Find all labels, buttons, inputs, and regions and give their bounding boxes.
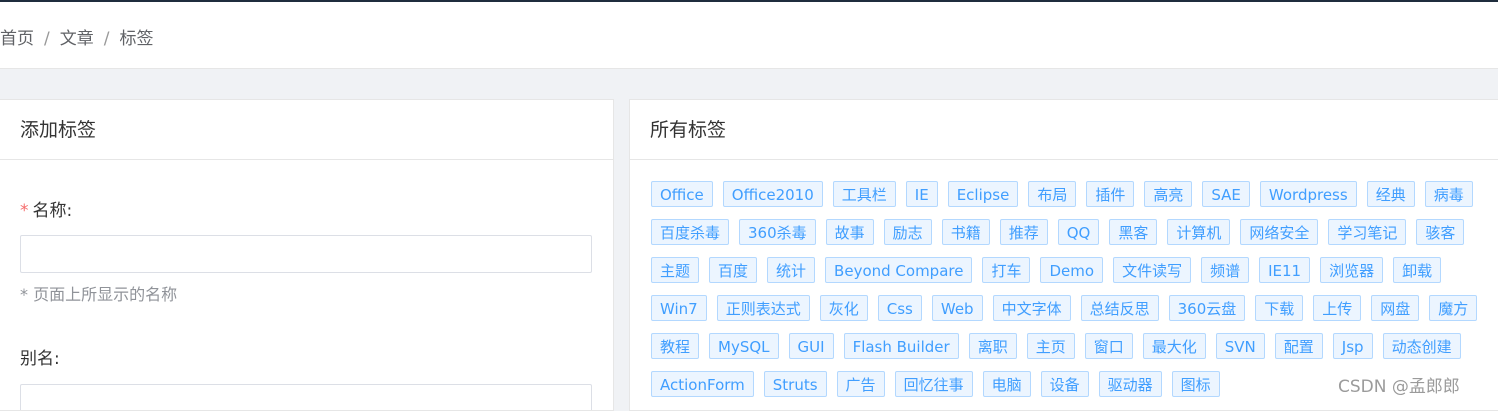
- tag-chip[interactable]: Office: [651, 181, 713, 207]
- tag-chip[interactable]: 最大化: [1142, 333, 1206, 359]
- tag-chip[interactable]: 黑客: [1109, 219, 1158, 245]
- tag-chip[interactable]: 灰化: [819, 295, 868, 321]
- breadcrumb: 首页 / 文章 / 标签: [0, 24, 153, 49]
- tag-chip[interactable]: 计算机: [1167, 219, 1231, 245]
- tag-chip[interactable]: Wordpress: [1259, 181, 1357, 207]
- tag-chip[interactable]: 配置: [1274, 333, 1323, 359]
- add-tag-panel: 添加标签 * 名称: * 页面上所显示的名称 别名:: [0, 99, 614, 411]
- tag-chip[interactable]: 设备: [1040, 371, 1089, 397]
- tag-chip[interactable]: 总结反思: [1080, 295, 1159, 321]
- breadcrumb-bar: 首页 / 文章 / 标签: [0, 2, 1498, 69]
- tag-chip[interactable]: 打车: [982, 257, 1031, 283]
- tag-chip[interactable]: 主页: [1026, 333, 1075, 359]
- tag-chip[interactable]: 上传: [1313, 295, 1362, 321]
- all-tags-title: 所有标签: [630, 100, 1498, 160]
- tag-chip[interactable]: IE11: [1259, 257, 1311, 283]
- tag-chip[interactable]: Office2010: [722, 181, 823, 207]
- tag-chip[interactable]: SVN: [1215, 333, 1265, 359]
- add-tag-title: 添加标签: [0, 100, 613, 160]
- tag-chip[interactable]: Web: [931, 295, 983, 321]
- tag-chip[interactable]: 推荐: [999, 219, 1048, 245]
- tag-chip[interactable]: 360云盘: [1168, 295, 1246, 321]
- tag-chip[interactable]: 下载: [1255, 295, 1304, 321]
- tag-chip[interactable]: 病毒: [1424, 181, 1473, 207]
- tag-chip[interactable]: Jsp: [1332, 333, 1373, 359]
- breadcrumb-home[interactable]: 首页: [0, 29, 34, 49]
- tag-chip[interactable]: 布局: [1028, 181, 1077, 207]
- tag-chip[interactable]: 浏览器: [1320, 257, 1384, 283]
- tag-chip[interactable]: ActionForm: [651, 371, 754, 397]
- breadcrumb-articles[interactable]: 文章: [60, 29, 94, 49]
- tag-chip[interactable]: 文件读写: [1113, 257, 1192, 283]
- tag-chip[interactable]: 工具栏: [832, 181, 896, 207]
- tag-chip[interactable]: 回忆往事: [894, 371, 973, 397]
- tag-chip[interactable]: 广告: [836, 371, 885, 397]
- tag-chip[interactable]: Eclipse: [947, 181, 1019, 207]
- tag-chip[interactable]: Demo: [1040, 257, 1104, 283]
- tag-chip[interactable]: 百度: [709, 257, 758, 283]
- breadcrumb-tags: 标签: [119, 29, 154, 49]
- tag-chip[interactable]: 教程: [651, 333, 700, 359]
- required-marker: *: [20, 201, 29, 221]
- tag-chip[interactable]: 故事: [825, 219, 874, 245]
- tag-chip[interactable]: 书籍: [941, 219, 990, 245]
- tag-chip[interactable]: 百度杀毒: [651, 219, 730, 245]
- tag-chip[interactable]: 正则表达式: [716, 295, 810, 321]
- name-hint: * 页面上所显示的名称: [20, 285, 178, 304]
- tag-chip[interactable]: 魔方: [1429, 295, 1478, 321]
- tag-chip[interactable]: Css: [877, 295, 922, 321]
- tag-chip[interactable]: SAE: [1202, 181, 1250, 207]
- tag-chip[interactable]: 离职: [968, 333, 1017, 359]
- tag-chip[interactable]: 中文字体: [992, 295, 1071, 321]
- tag-chip[interactable]: 高亮: [1144, 181, 1193, 207]
- tag-chip[interactable]: 360杀毒: [739, 219, 816, 245]
- name-field-label: * 名称:: [20, 196, 72, 221]
- tag-chip[interactable]: Win7: [651, 295, 707, 321]
- tag-chip[interactable]: 经典: [1366, 181, 1415, 207]
- all-tags-panel: 所有标签 Office Office2010 工具栏 IE Eclipse 布局 插件 高亮 S…: [629, 99, 1498, 411]
- alias-field-label: 别名:: [20, 344, 60, 369]
- breadcrumb-separator: /: [103, 29, 110, 49]
- tag-chip[interactable]: 电脑: [982, 371, 1031, 397]
- name-label-text: 名称:: [32, 201, 73, 221]
- tag-chip[interactable]: 励志: [883, 219, 932, 245]
- tag-chip[interactable]: QQ: [1057, 219, 1100, 245]
- tag-chip[interactable]: 动态创建: [1382, 333, 1461, 359]
- tag-chip[interactable]: 频谱: [1201, 257, 1250, 283]
- tag-chip[interactable]: 网盘: [1371, 295, 1420, 321]
- tag-chip[interactable]: Beyond Compare: [825, 257, 973, 283]
- tag-chip[interactable]: 插件: [1086, 181, 1135, 207]
- tag-chip[interactable]: 窗口: [1084, 333, 1133, 359]
- tag-chip[interactable]: GUI: [788, 333, 834, 359]
- tag-chip[interactable]: 图标: [1171, 371, 1220, 397]
- tag-chip[interactable]: IE: [905, 181, 938, 207]
- name-input[interactable]: [20, 235, 592, 273]
- tag-chip[interactable]: 网络安全: [1240, 219, 1319, 245]
- tag-chip[interactable]: 统计: [767, 257, 816, 283]
- tag-chip[interactable]: Flash Builder: [843, 333, 959, 359]
- tag-chip[interactable]: 骇客: [1416, 219, 1465, 245]
- alias-label-text: 别名:: [20, 349, 60, 369]
- tag-chip[interactable]: MySQL: [709, 333, 779, 359]
- tag-chip[interactable]: 卸载: [1393, 257, 1442, 283]
- tag-chip[interactable]: Struts: [763, 371, 827, 397]
- csdn-watermark: CSDN @孟郎郎: [1338, 377, 1460, 397]
- breadcrumb-separator: /: [44, 29, 50, 49]
- tag-chip[interactable]: 驱动器: [1098, 371, 1162, 397]
- tag-chip[interactable]: 学习笔记: [1328, 219, 1407, 245]
- alias-input[interactable]: [20, 384, 592, 410]
- tag-chip[interactable]: 主题: [651, 257, 700, 283]
